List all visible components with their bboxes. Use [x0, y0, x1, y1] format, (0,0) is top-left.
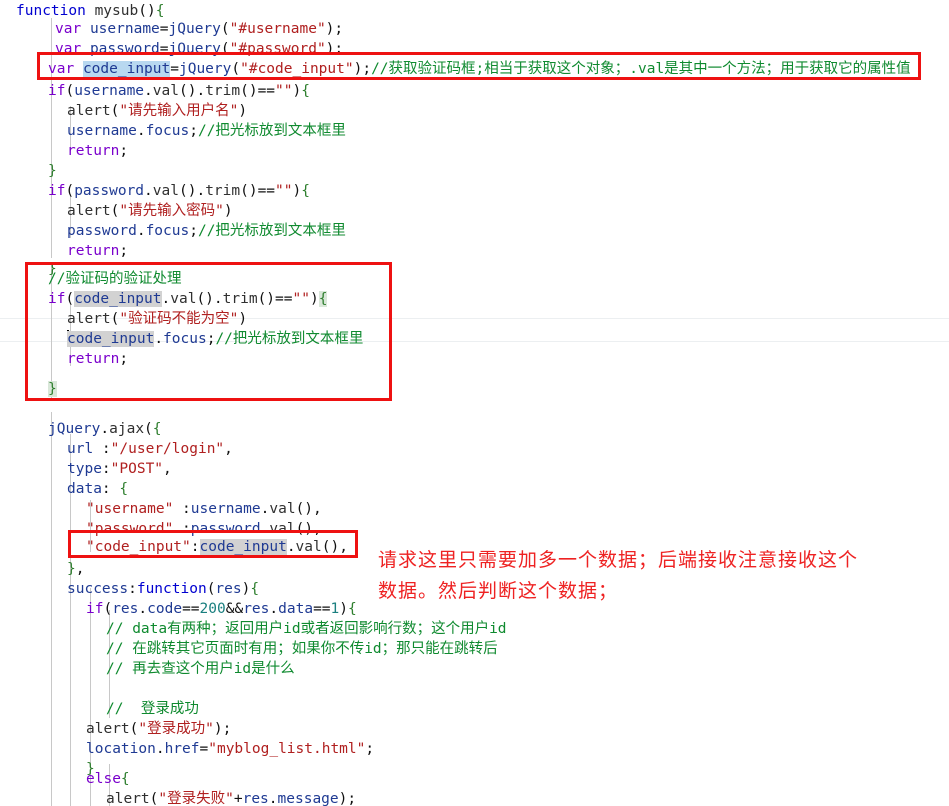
code-line: if(password.val().trim()==""){	[48, 180, 310, 202]
code-line: var username=jQuery("#username");	[55, 18, 343, 40]
code-line: // data有两种；返回用户id或者返回影响行数；这个用户id	[106, 618, 507, 640]
code-line: if(res.code==200&&res.data==1){	[86, 598, 357, 620]
code-line: }	[48, 378, 57, 400]
code-line: type:"POST",	[67, 458, 172, 480]
code-line: },	[67, 558, 84, 580]
code-line: // 在跳转其它页面时有用；如果你不传id；那只能在跳转后	[106, 638, 498, 660]
code-line: alert("登录成功");	[86, 718, 231, 740]
code-line: data: {	[67, 478, 128, 500]
code-editor-canvas[interactable]: function mysub(){ var username=jQuery("#…	[0, 0, 949, 806]
indent-guide	[51, 18, 52, 258]
code-line-ajax-call: jQuery.ajax({	[48, 418, 162, 440]
code-line-caret: code_input.focus;//把光标放到文本框里	[67, 328, 363, 350]
code-line: "username" :username.val(),	[86, 498, 322, 520]
code-line: // 登录成功	[106, 698, 199, 720]
code-line: return;	[67, 240, 128, 262]
code-line: alert("请先输入用户名")	[67, 100, 247, 122]
code-line: else{	[86, 768, 130, 790]
code-line: password.focus;//把光标放到文本框里	[67, 220, 346, 242]
code-line: alert("请先输入密码")	[67, 200, 233, 222]
code-line: success:function(res){	[67, 578, 259, 600]
code-line-ajax-code-input: "code_input":code_input.val(),	[86, 536, 348, 558]
annotation-note-line-2: 数据。然后判断这个数据；	[378, 576, 618, 607]
indent-guide	[51, 412, 52, 806]
code-line: if(username.val().trim()==""){	[48, 80, 310, 102]
code-line-code-input-declaration: var code_input=jQuery("#code_input");//获…	[48, 58, 911, 80]
code-line: // 再去查这个用户id是什么	[106, 658, 295, 680]
code-line: var password=jQuery("#password");	[55, 38, 343, 60]
code-line: return;	[67, 140, 128, 162]
annotation-note-line-1: 请求这里只需要加多一个数据；后端接收注意接收这个	[378, 545, 858, 576]
code-line: return;	[67, 348, 128, 370]
code-line: alert("验证码不能为空")	[67, 308, 247, 330]
code-line: url :"/user/login",	[67, 438, 233, 460]
code-line: }	[48, 160, 57, 182]
code-line: username.focus;//把光标放到文本框里	[67, 120, 346, 142]
code-line-validation-comment: //验证码的验证处理	[48, 268, 181, 290]
code-line: location.href="myblog_list.html";	[86, 738, 374, 760]
code-line: alert("登录失败"+res.message);	[106, 788, 356, 806]
code-line: if(code_input.val().trim()==""){	[48, 288, 327, 310]
